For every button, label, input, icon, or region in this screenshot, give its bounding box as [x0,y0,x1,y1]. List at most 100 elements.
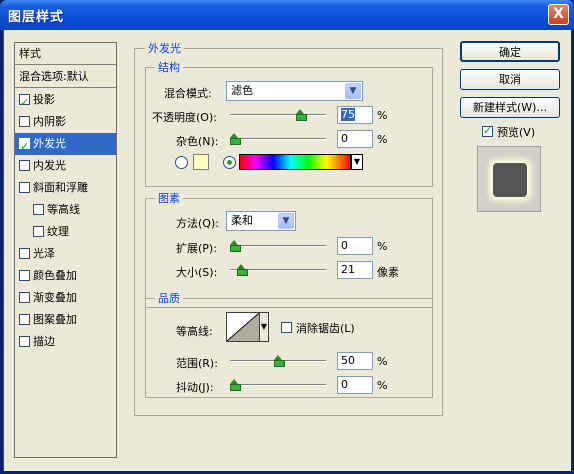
gradient-radio[interactable] [223,156,236,169]
preview-swatch [493,163,527,197]
spread-label: 扩展(P): [176,242,217,255]
style-item-checkbox[interactable] [19,115,30,127]
jitter-slider-thumb[interactable] [230,379,241,391]
style-item-label: 描边 [33,335,55,348]
noise-unit: % [377,133,388,146]
noise-input[interactable]: 0 [337,130,373,148]
opacity-slider-track[interactable] [230,114,326,116]
jitter-unit: % [377,379,388,392]
style-item[interactable]: 外发光 [15,133,116,158]
style-item-checkbox[interactable] [19,269,30,281]
blend-mode-label: 混合模式: [164,87,212,100]
elements-title: 图素 [155,190,183,206]
method-select[interactable]: 柔和 ▼ [226,211,296,231]
opacity-unit: % [377,109,388,122]
style-item-label: 图案叠加 [33,313,77,326]
style-item-checkbox[interactable] [19,313,30,325]
style-item-label: 斜面和浮雕 [33,181,88,194]
blend-mode-select[interactable]: 滤色 ▼ [226,81,363,101]
preview-checkbox[interactable] [482,124,493,137]
style-item[interactable]: 内阴影 [15,111,116,133]
chevron-down-icon: ▼ [260,322,268,331]
blend-options-item[interactable]: 混合选项:默认 [15,66,116,88]
chevron-down-icon: ▼ [353,157,361,166]
size-unit: 像素 [377,266,399,279]
ok-button[interactable]: 确定 [460,41,560,62]
contour-label: 等高线: [176,325,213,338]
style-item[interactable]: 等高线 [15,199,116,221]
chevron-down-icon: ▼ [278,213,294,229]
contour-curve-icon [226,312,260,342]
method-value: 柔和 [231,214,253,227]
size-label: 大小(S): [176,266,218,279]
style-item-label: 光泽 [33,247,55,260]
spread-unit: % [377,240,388,253]
style-item[interactable]: 描边 [15,331,116,353]
layer-style-dialog: 图层样式 X 样式 混合选项:默认 投影内阴影外发光内发光斜面和浮雕等高线纹理光… [0,0,574,474]
spread-slider-track[interactable] [230,245,326,247]
preview-label: 预览(V) [497,126,536,139]
style-item[interactable]: 纹理 [15,221,116,243]
size-input[interactable]: 21 [337,261,373,279]
structure-title: 结构 [155,59,183,75]
contour-dropdown-button[interactable]: ▼ [259,312,269,342]
style-item-checkbox[interactable] [33,225,44,237]
style-item-label: 投影 [33,93,55,106]
styles-list: 样式 混合选项:默认 投影内阴影外发光内发光斜面和浮雕等高线纹理光泽颜色叠加渐变… [14,42,117,458]
noise-label: 杂色(N): [176,135,219,148]
style-item[interactable]: 图案叠加 [15,309,116,331]
style-item[interactable]: 投影 [15,89,116,114]
style-item[interactable]: 光泽 [15,243,116,265]
outer-glow-title: 外发光 [145,40,184,56]
chevron-down-icon: ▼ [345,83,361,99]
style-item-label: 等高线 [47,203,80,216]
opacity-input[interactable]: 75 [337,106,373,124]
style-item-label: 渐变叠加 [33,291,77,304]
style-item-checkbox[interactable] [19,247,30,259]
antialias-checkbox[interactable] [281,322,292,333]
range-input[interactable]: 50 [337,352,373,370]
close-button[interactable]: X [548,4,569,25]
opacity-value: 75 [341,108,355,121]
style-item-checkbox[interactable] [19,92,30,114]
dialog-client-area: 样式 混合选项:默认 投影内阴影外发光内发光斜面和浮雕等高线纹理光泽颜色叠加渐变… [3,30,571,471]
range-slider-thumb[interactable] [274,355,285,367]
style-item-checkbox[interactable] [19,159,30,171]
style-item-checkbox[interactable] [19,136,30,158]
spread-input[interactable]: 0 [337,237,373,255]
cancel-button[interactable]: 取消 [460,69,560,90]
range-unit: % [377,355,388,368]
style-item-checkbox[interactable] [19,181,30,193]
window-title: 图层样式 [8,10,65,25]
contour-preview[interactable] [226,312,260,342]
style-item[interactable]: 渐变叠加 [15,287,116,309]
size-slider-thumb[interactable] [237,264,249,276]
style-item[interactable]: 内发光 [15,155,116,177]
jitter-input[interactable]: 0 [337,376,373,394]
quality-title: 品质 [155,290,183,306]
style-item-checkbox[interactable] [33,203,44,215]
style-item-checkbox[interactable] [19,335,30,347]
noise-slider-track[interactable] [230,138,326,140]
opacity-slider-thumb[interactable] [296,109,307,121]
title-bar[interactable]: 图层样式 X [0,0,574,30]
blend-mode-value: 滤色 [231,84,253,97]
antialias-label: 消除锯齿(L) [296,322,355,335]
method-label: 方法(Q): [176,217,219,230]
jitter-slider-track[interactable] [230,384,326,386]
new-style-button[interactable]: 新建样式(W)... [460,97,560,118]
style-item-label: 颜色叠加 [33,269,77,282]
gradient-picker[interactable] [239,154,351,170]
styles-list-header[interactable]: 样式 [15,43,116,65]
jitter-label: 抖动(J): [176,381,214,394]
style-item-label: 外发光 [33,137,66,150]
gradient-dropdown-button[interactable]: ▼ [351,154,363,170]
style-item-checkbox[interactable] [19,291,30,303]
spread-slider-thumb[interactable] [230,240,241,252]
glow-color-swatch[interactable] [193,154,209,170]
style-item[interactable]: 斜面和浮雕 [15,177,116,199]
opacity-label: 不透明度(O): [152,111,217,124]
style-item[interactable]: 颜色叠加 [15,265,116,287]
solid-color-radio[interactable] [175,156,188,169]
noise-slider-thumb[interactable] [230,133,241,145]
